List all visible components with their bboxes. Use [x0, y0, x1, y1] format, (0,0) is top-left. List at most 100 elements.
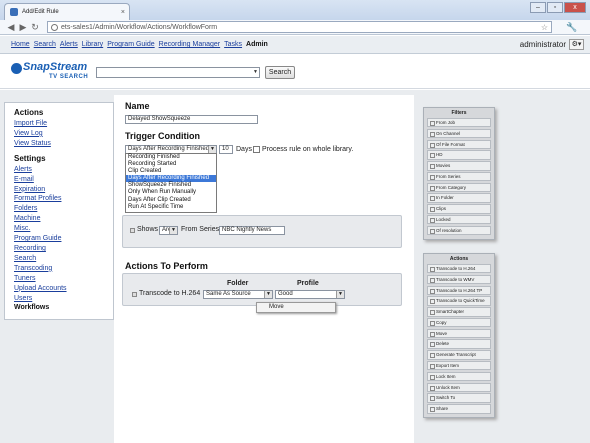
filter-item[interactable]: In Folder	[427, 193, 491, 203]
action-item[interactable]: Transcode to WMV	[427, 274, 491, 285]
process-whole-library-checkbox[interactable]	[253, 146, 260, 153]
action-item[interactable]: Generate Transcript	[427, 350, 491, 360]
rule-name-field[interactable]: Delayed ShowSqueeze	[125, 115, 258, 124]
action-item[interactable]: Export Item	[427, 361, 491, 371]
context-menu[interactable]: Move	[256, 302, 336, 313]
filter-item[interactable]: Movies	[427, 161, 491, 171]
chevron-down-icon: ▼	[169, 227, 177, 234]
logo-bar: SnapStream TV SEARCH ▼ Search	[0, 55, 590, 89]
trigger-option[interactable]: Run At Specific Time	[126, 204, 216, 211]
action-item[interactable]: Transcode to H.264	[427, 264, 491, 274]
filter-shows-label: Shows	[137, 226, 159, 233]
url-text[interactable]: ets-sales1/Admin/Workflow/Actions/Workfl…	[61, 24, 541, 31]
drag-handle-icon[interactable]	[130, 228, 135, 233]
filter-item[interactable]: Of File Format	[427, 139, 491, 149]
tab-close-icon[interactable]: ×	[121, 9, 125, 16]
folder-select[interactable]: Same As Source ▼	[203, 290, 273, 299]
series-name-field[interactable]: NBC Nightly News	[219, 226, 285, 235]
sidebar-item-recording[interactable]: Recording	[14, 244, 113, 254]
sidebar-item-program-guide[interactable]: Program Guide	[14, 234, 113, 244]
maximize-button[interactable]: ▫	[547, 2, 563, 13]
sidebar-item-upload-accounts[interactable]: Upload Accounts	[14, 284, 113, 294]
filter-item[interactable]: Of resolution	[427, 225, 491, 236]
sidebar-item-import-file[interactable]: Import File	[14, 119, 113, 129]
search-input[interactable]: ▼	[96, 67, 260, 78]
menu-program-guide[interactable]: Program Guide	[107, 41, 154, 48]
sidebar-item-machine[interactable]: Machine	[14, 214, 113, 224]
trigger-option[interactable]: Recording Started	[126, 161, 216, 168]
wrench-icon[interactable]: 🔧	[566, 22, 577, 33]
trigger-option[interactable]: ShowSqueeze Finished	[126, 182, 216, 189]
filter-item[interactable]: Clips	[427, 204, 491, 214]
days-field[interactable]: 10	[219, 145, 233, 154]
sidebar-item-misc[interactable]: Misc.	[14, 224, 113, 234]
days-label: Days	[236, 146, 252, 153]
trigger-option-highlighted[interactable]: Days After Recording Finished	[126, 175, 216, 183]
action-item[interactable]: Transcode to QuickTime	[427, 296, 491, 306]
sidebar-item-expiration[interactable]: Expiration	[14, 185, 113, 195]
drag-handle-icon[interactable]	[132, 292, 137, 297]
trigger-dropdown-list[interactable]: Recording Finished Recording Started Cli…	[125, 153, 217, 213]
trigger-option[interactable]: Days After Clip Created	[126, 197, 216, 204]
trigger-option[interactable]: Only When Run Manually	[126, 189, 216, 196]
sidebar-item-format-profiles[interactable]: Format Profiles	[14, 194, 113, 204]
username-label: administrator	[519, 40, 566, 49]
logo-mark-icon	[11, 63, 22, 74]
trigger-option[interactable]: Recording Finished	[126, 154, 216, 161]
filter-item[interactable]: From Series	[427, 171, 491, 182]
filter-item[interactable]: Locked	[427, 215, 491, 225]
browser-tab[interactable]: Add/Edit Rule ×	[4, 3, 130, 20]
window-controls: – ▫ x	[530, 2, 586, 13]
action-item[interactable]: Lock Item	[427, 371, 491, 382]
filter-item[interactable]: From Category	[427, 182, 491, 193]
minimize-button[interactable]: –	[530, 2, 546, 13]
logo-name: SnapStream	[23, 61, 88, 73]
action-item[interactable]: Copy	[427, 317, 491, 328]
address-bar[interactable]: ets-sales1/Admin/Workflow/Actions/Workfl…	[47, 21, 552, 33]
action-item[interactable]: Switch To	[427, 393, 491, 403]
tab-title: Add/Edit Rule	[22, 9, 59, 15]
sidebar-item-view-status[interactable]: View Status	[14, 139, 113, 149]
reload-icon[interactable]: ↻	[29, 22, 41, 33]
page-favicon-icon	[10, 8, 18, 16]
browser-titlebar: Add/Edit Rule × – ▫ x	[0, 0, 590, 20]
close-window-button[interactable]: x	[564, 2, 586, 13]
filter-operator-select[interactable]: Are ▼	[159, 226, 178, 235]
menu-search[interactable]: Search	[34, 41, 56, 48]
search-button[interactable]: Search	[265, 66, 295, 79]
profile-select[interactable]: Good ▼	[275, 290, 345, 299]
trigger-option[interactable]: Clip Created	[126, 168, 216, 175]
sidebar-item-folders[interactable]: Folders	[14, 204, 113, 214]
menu-alerts[interactable]: Alerts	[60, 41, 78, 48]
sidebar-item-search[interactable]: Search	[14, 254, 113, 264]
action-item[interactable]: Delete	[427, 339, 491, 349]
trigger-heading: Trigger Condition	[125, 131, 200, 141]
filter-from-series-label: From Series	[181, 226, 220, 233]
snapstream-logo: SnapStream TV SEARCH	[11, 61, 89, 83]
context-menu-item-move[interactable]: Move	[269, 304, 284, 310]
action-item[interactable]: Unlock Item	[427, 382, 491, 392]
action-item[interactable]: Share	[427, 404, 491, 414]
menu-home[interactable]: Home	[11, 41, 30, 48]
menu-tasks[interactable]: Tasks	[224, 41, 242, 48]
filter-item[interactable]: On Channel	[427, 128, 491, 139]
filter-item[interactable]: From Job	[427, 118, 491, 128]
forward-icon[interactable]: ▶	[17, 22, 29, 33]
sidebar-item-email[interactable]: E-mail	[14, 175, 113, 185]
filter-item[interactable]: HD	[427, 150, 491, 160]
menu-library[interactable]: Library	[82, 41, 103, 48]
action-item[interactable]: Move	[427, 328, 491, 339]
back-icon[interactable]: ◀	[5, 22, 17, 33]
menu-recording-manager[interactable]: Recording Manager	[159, 41, 220, 48]
sidebar-item-alerts[interactable]: Alerts	[14, 165, 113, 175]
action-item[interactable]: SmartChapter	[427, 307, 491, 317]
sidebar-item-transcoding[interactable]: Transcoding	[14, 264, 113, 274]
sidebar-item-view-log[interactable]: View Log	[14, 129, 113, 139]
sidebar-item-tuners[interactable]: Tuners	[14, 274, 113, 284]
settings-gear-icon[interactable]: ⚙▾	[569, 39, 584, 50]
bookmark-star-icon[interactable]: ☆	[541, 23, 551, 32]
action-item[interactable]: Transcode to H.264 TP	[427, 285, 491, 295]
sidebar-item-users[interactable]: Users	[14, 294, 113, 304]
folder-column-header: Folder	[227, 280, 249, 287]
menu-admin-current: Admin	[246, 41, 268, 48]
